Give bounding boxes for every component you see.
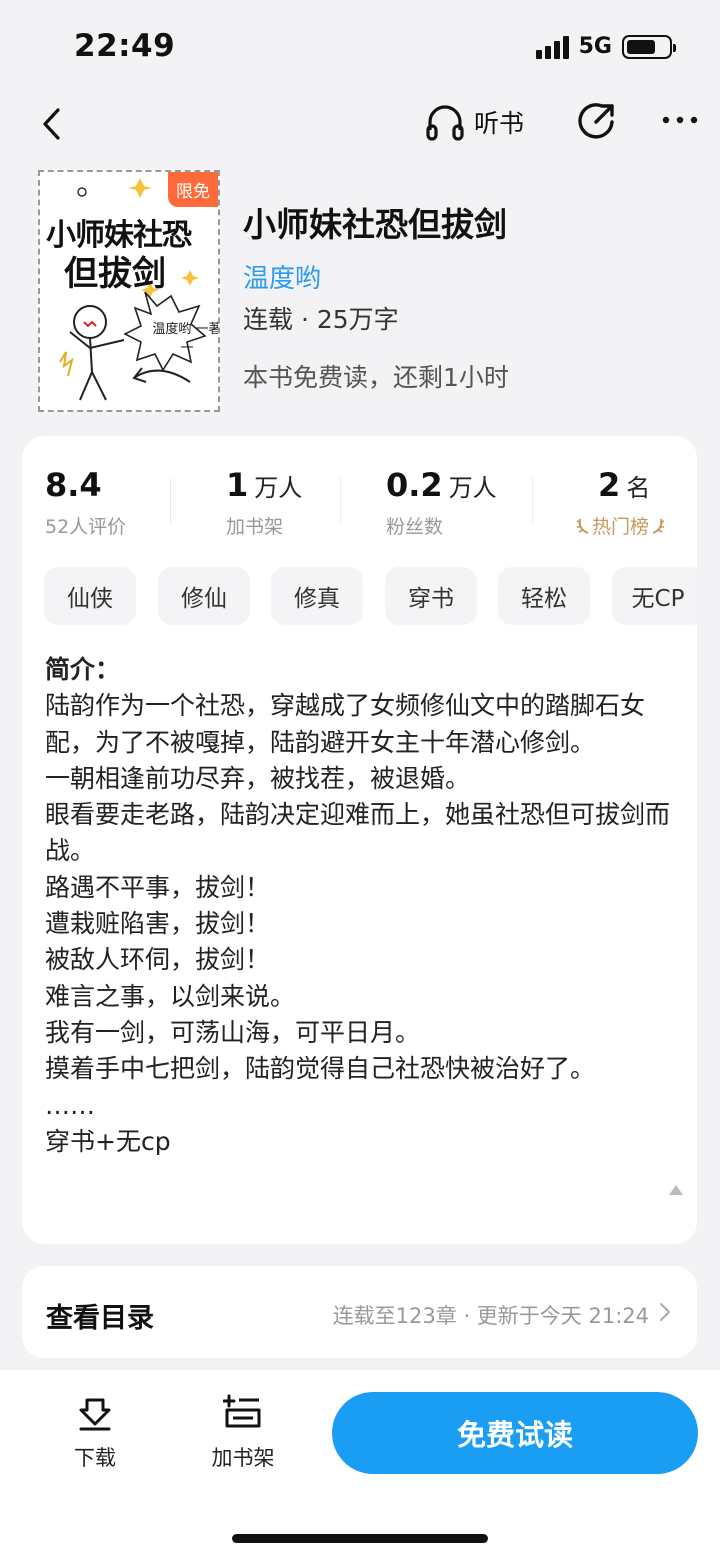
synopsis-line: 眼看要走老路，陆韵决定迎难而上，她虽社恐但可拔剑而战。 xyxy=(45,800,671,866)
tag-item[interactable]: 修真 xyxy=(271,567,363,625)
network-label: 5G xyxy=(578,34,612,59)
listen-button[interactable]: 听书 xyxy=(424,102,524,142)
synopsis-line: 被敌人环伺，拔剑！ xyxy=(45,945,271,975)
stat-rating[interactable]: 8.4 52人评价 xyxy=(45,466,126,539)
tag-item[interactable]: 无CP xyxy=(612,567,697,625)
add-shelf-icon xyxy=(223,1394,261,1428)
tag-item[interactable]: 仙侠 xyxy=(44,567,136,625)
download-icon xyxy=(79,1398,111,1431)
synopsis-line: 摸着手中七把剑，陆韵觉得自己社恐快被治好了。 xyxy=(45,1054,596,1084)
listen-label: 听书 xyxy=(474,109,525,138)
cover-author: 温度哟 一著一 xyxy=(152,322,220,356)
divider xyxy=(340,478,341,524)
status-time: 22:49 xyxy=(74,28,176,64)
download-label: 下载 xyxy=(74,1446,116,1470)
tag-list: 仙侠 修仙 修真 穿书 轻松 无CP xyxy=(44,567,697,627)
synopsis-line: 遭栽赃陷害，拔剑！ xyxy=(45,909,271,939)
stat-shelf[interactable]: 1 万人 加书架 xyxy=(226,466,302,539)
bottom-action-bar: 下载 加书架 免费试读 xyxy=(0,1370,720,1559)
toc-label: 查看目录 xyxy=(46,1303,154,1334)
shelf-value: 1 xyxy=(226,466,249,504)
synopsis-line: 穿书+无cp xyxy=(45,1126,171,1156)
tag-item[interactable]: 轻松 xyxy=(498,567,590,625)
status-indicators: 5G xyxy=(535,34,676,59)
free-read-note: 本书免费读，还剩1小时 xyxy=(243,363,509,392)
shelf-label: 加书架 xyxy=(226,516,284,538)
free-read-button[interactable]: 免费试读 xyxy=(332,1392,698,1474)
status-bar: 22:49 5G xyxy=(0,0,720,96)
toc-update-info: 连载至123章 · 更新于今天 21:24 xyxy=(332,1304,649,1328)
fans-value: 0.2 xyxy=(386,466,443,504)
top-nav: 听书 xyxy=(0,96,720,152)
battery-icon xyxy=(622,34,676,59)
book-cover[interactable]: 限免 小师妹社恐 但拔剑 温度哟 一著一 xyxy=(38,170,220,412)
rating-label: 52人评价 xyxy=(45,516,127,538)
rank-label: 热门榜 xyxy=(592,516,650,538)
cover-title-line2: 但拔剑 xyxy=(64,254,166,294)
headphones-icon xyxy=(426,105,464,141)
home-indicator xyxy=(232,1534,488,1543)
rank-unit: 名 xyxy=(626,474,651,502)
book-meta: 连载 · 25万字 xyxy=(243,305,399,334)
collapse-triangle-icon[interactable] xyxy=(668,1184,684,1196)
add-shelf-button[interactable]: 加书架 xyxy=(198,1392,288,1472)
divider xyxy=(532,478,533,524)
free-limited-badge: 限免 xyxy=(168,172,218,207)
fans-unit: 万人 xyxy=(448,474,497,502)
add-shelf-label: 加书架 xyxy=(211,1446,275,1470)
synopsis: 简介： 陆韵作为一个社恐，穿越成了女频修仙文中的踏脚石女配，为了不被嘎掉，陆韵避… xyxy=(45,652,685,1160)
stats-row: 8.4 52人评价 1 万人 加书架 0.2 万人 粉丝数 2名 热门榜 xyxy=(22,466,697,546)
synopsis-line: 陆韵作为一个社恐，穿越成了女频修仙文中的踏脚石女配，为了不被嘎掉，陆韵避开女主十… xyxy=(45,691,646,757)
fans-label: 粉丝数 xyxy=(386,516,444,538)
shelf-unit: 万人 xyxy=(254,474,303,502)
synopsis-label: 简介： xyxy=(45,655,121,684)
rank-value: 2 xyxy=(598,466,621,504)
synopsis-line: 难言之事，以剑来说。 xyxy=(45,981,296,1011)
tag-item[interactable]: 穿书 xyxy=(385,567,477,625)
toc-row[interactable]: 查看目录 连载至123章 · 更新于今天 21:24 xyxy=(22,1266,697,1358)
rating-value: 8.4 xyxy=(45,466,102,504)
stat-rank[interactable]: 2名 热门榜 xyxy=(576,466,665,539)
signal-icon xyxy=(535,35,569,59)
chevron-right-icon xyxy=(660,1303,670,1321)
download-button[interactable]: 下载 xyxy=(50,1392,140,1472)
tag-item[interactable]: 修仙 xyxy=(158,567,250,625)
book-header: 限免 小师妹社恐 但拔剑 温度哟 一著一 小师妹社恐但拔剑 温度哟 连载 · 2… xyxy=(0,168,720,418)
divider xyxy=(170,478,171,524)
stat-fans[interactable]: 0.2 万人 粉丝数 xyxy=(386,466,497,539)
laurel-left-icon xyxy=(576,518,589,534)
synopsis-line: 一朝相逢前功尽弃，被找茬，被退婚。 xyxy=(45,763,471,793)
synopsis-line: 我有一剑，可荡山海，可平日月。 xyxy=(45,1017,421,1047)
book-info-card: 8.4 52人评价 1 万人 加书架 0.2 万人 粉丝数 2名 热门榜 仙侠 修仙… xyxy=(22,436,697,1244)
synopsis-line: …… xyxy=(45,1090,95,1120)
synopsis-line: 路遇不平事，拔剑！ xyxy=(45,872,271,902)
share-icon[interactable] xyxy=(576,100,618,142)
book-title: 小师妹社恐但拔剑 xyxy=(243,205,507,244)
more-icon[interactable] xyxy=(660,108,700,132)
back-arrow-icon[interactable] xyxy=(36,104,72,144)
laurel-right-icon xyxy=(652,518,665,534)
book-author-link[interactable]: 温度哟 xyxy=(243,258,321,295)
